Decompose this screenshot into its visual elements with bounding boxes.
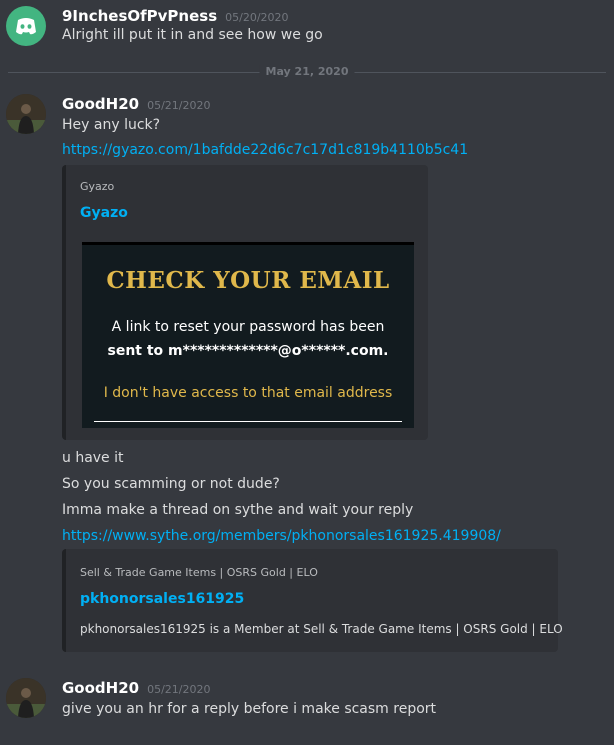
user-avatar-9inches[interactable] [6,6,46,46]
message-text: Alright ill put it in and see how we go [62,27,323,43]
embed-description: pkhonorsales161925 is a Member at Sell &… [80,622,563,636]
message-text: u have it [62,450,124,466]
user-avatar-goodh20[interactable] [6,678,46,718]
image-body-line: sent to m*************@o******.com. [107,343,389,359]
message-text: Hey any luck? [62,117,161,133]
image-heading: CHECK YOUR EMAIL [106,267,390,294]
user-avatar-goodh20[interactable] [6,94,46,134]
author-name[interactable]: GoodH20 [62,679,139,697]
embed-title[interactable]: Gyazo [80,205,128,221]
embed-image[interactable]: CHECK YOUR EMAIL A link to reset your pa… [82,242,414,428]
embed-provider[interactable]: Sell & Trade Game Items | OSRS Gold | EL… [80,566,318,579]
avatar-photo-icon [6,678,46,718]
date-divider-label: May 21, 2020 [259,65,355,78]
sythe-embed: Sell & Trade Game Items | OSRS Gold | EL… [62,549,563,652]
gyazo-embed: Gyazo Gyazo CHECK YOUR EMAIL A link to r… [62,165,428,440]
author-name[interactable]: 9InchesOfPvPness [62,7,217,25]
image-body: A link to reset your password has been s… [82,315,414,363]
discord-logo-icon [16,18,36,35]
avatar-photo-icon [6,94,46,134]
message-text: Imma make a thread on sythe and wait you… [62,502,414,518]
message-link[interactable]: https://www.sythe.org/members/pkhonorsal… [62,528,501,544]
image-body-line: A link to reset your password has been [111,319,385,335]
message-text: give you an hr for a reply before i make… [62,701,437,717]
message-author[interactable]: GoodH20 05/21/2020 [62,95,211,113]
message-timestamp: 05/20/2020 [225,11,289,24]
message-timestamp: 05/21/2020 [147,683,211,696]
image-link-text: I don't have access to that email addres… [103,385,393,401]
message-link[interactable]: https://gyazo.com/1bafdde22d6c7c17d1c819… [62,142,468,158]
author-name[interactable]: GoodH20 [62,95,139,113]
message-text: So you scamming or not dude? [62,476,280,492]
embed-title[interactable]: pkhonorsales161925 [80,591,244,607]
embed-provider[interactable]: Gyazo [80,180,114,193]
message-author[interactable]: 9InchesOfPvPness 05/20/2020 [62,7,289,25]
image-divider [94,421,402,422]
message-author[interactable]: GoodH20 05/21/2020 [62,679,211,697]
message-timestamp: 05/21/2020 [147,99,211,112]
